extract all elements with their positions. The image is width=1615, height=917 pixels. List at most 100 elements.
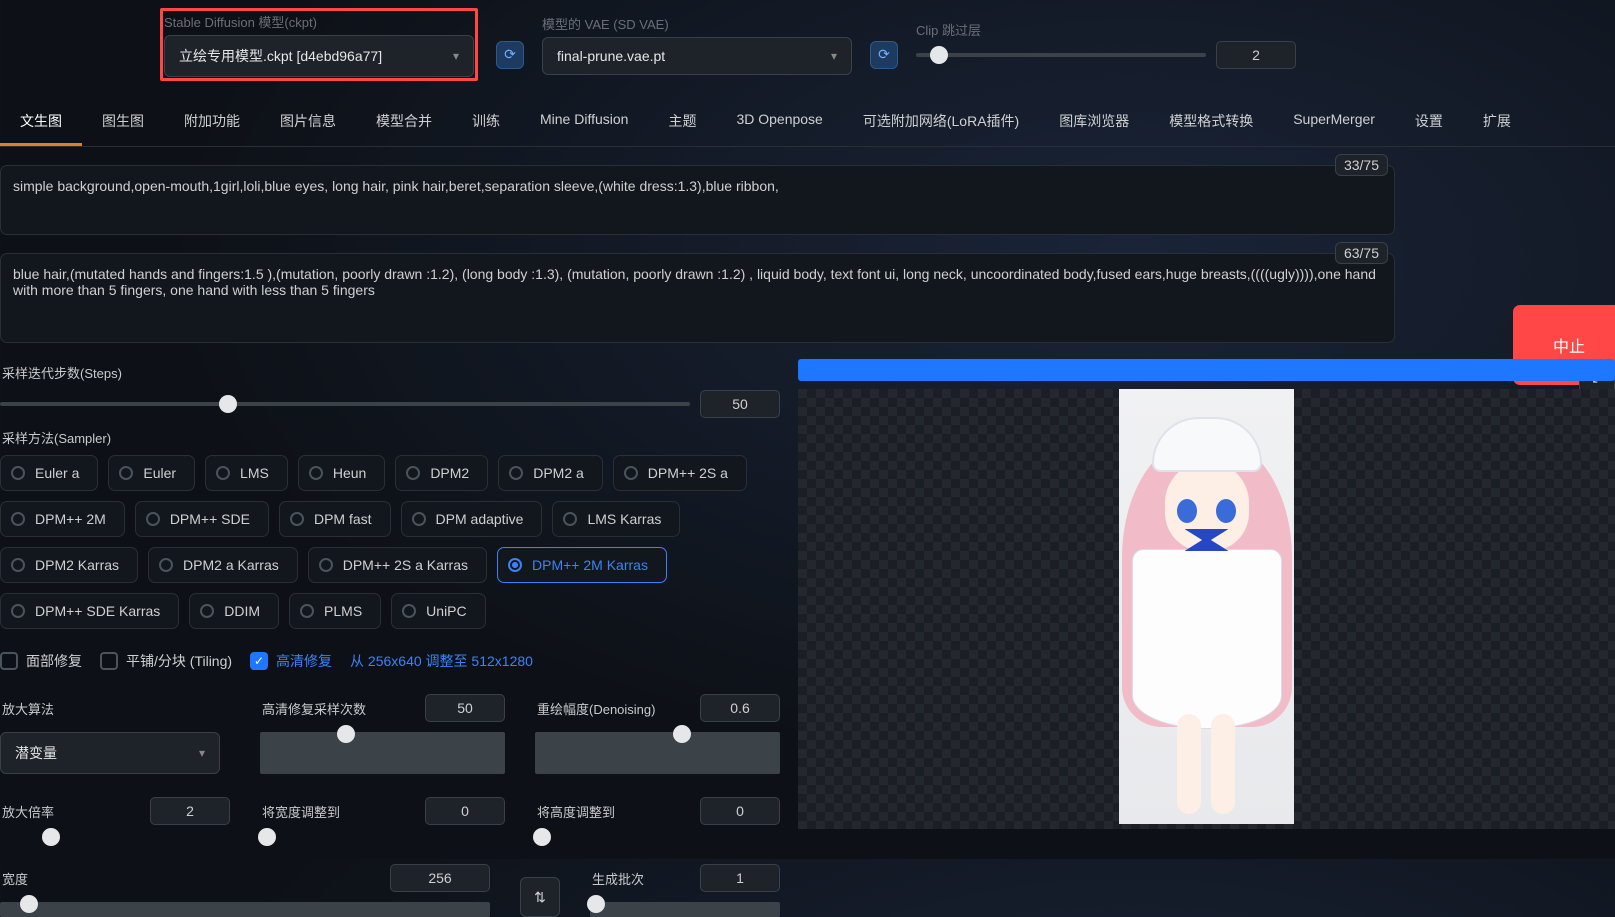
scale-value[interactable]: 2 bbox=[150, 797, 230, 825]
sampler-PLMS[interactable]: PLMS bbox=[289, 593, 381, 629]
radio-icon bbox=[509, 466, 523, 480]
negative-prompt[interactable]: 63/75 blue hair,(mutated hands and finge… bbox=[0, 253, 1395, 343]
positive-prompt-text: simple background,open-mouth,1girl,loli,… bbox=[13, 178, 779, 194]
model-dropdown[interactable]: 立绘专用模型.ckpt [d4ebd96a77] ▾ bbox=[164, 35, 474, 77]
radio-icon bbox=[624, 466, 638, 480]
hires-steps-value[interactable]: 50 bbox=[425, 694, 505, 722]
radio-icon bbox=[406, 466, 420, 480]
tab-模型格式转换[interactable]: 模型格式转换 bbox=[1149, 99, 1273, 146]
radio-icon bbox=[200, 604, 214, 618]
sampler-label: 采样方法(Sampler) bbox=[2, 428, 780, 447]
sampler-LMS[interactable]: LMS bbox=[205, 455, 288, 491]
clip-slider[interactable] bbox=[916, 53, 1206, 57]
vae-label: 模型的 VAE (SD VAE) bbox=[542, 14, 852, 33]
model-highlight-box: Stable Diffusion 模型(ckpt) 立绘专用模型.ckpt [d… bbox=[160, 8, 478, 81]
sampler-DPM2[interactable]: DPM2 bbox=[395, 455, 488, 491]
sampler-DPM2-Karras[interactable]: DPM2 Karras bbox=[0, 547, 138, 583]
tab-附加功能[interactable]: 附加功能 bbox=[164, 99, 260, 146]
sampler-Euler[interactable]: Euler bbox=[108, 455, 195, 491]
tab-模型合并[interactable]: 模型合并 bbox=[356, 99, 452, 146]
tab-扩展[interactable]: 扩展 bbox=[1463, 99, 1531, 146]
batch-value[interactable]: 1 bbox=[700, 864, 780, 892]
hires-info: 从 256x640 调整至 512x1280 bbox=[350, 651, 533, 671]
refresh-model-button[interactable]: ⟳ bbox=[496, 41, 524, 69]
radio-icon bbox=[11, 466, 25, 480]
radio-icon bbox=[11, 512, 25, 526]
radio-icon bbox=[290, 512, 304, 526]
tab-可选附加网络(LoRA插件)[interactable]: 可选附加网络(LoRA插件) bbox=[843, 99, 1039, 146]
width-slider[interactable] bbox=[0, 902, 490, 917]
sampler-Heun[interactable]: Heun bbox=[298, 455, 385, 491]
tab-图库浏览器[interactable]: 图库浏览器 bbox=[1039, 99, 1149, 146]
sampler-Euler-a[interactable]: Euler a bbox=[0, 455, 98, 491]
tiling-checkbox[interactable]: 平铺/分块 (Tiling) bbox=[100, 651, 232, 671]
tab-图片信息[interactable]: 图片信息 bbox=[260, 99, 356, 146]
positive-prompt[interactable]: 33/75 simple background,open-mouth,1girl… bbox=[0, 165, 1395, 235]
width-label: 宽度 bbox=[2, 869, 28, 888]
tab-主题[interactable]: 主题 bbox=[648, 99, 716, 146]
hires-checkbox[interactable]: ✓高清修复 bbox=[250, 651, 332, 671]
denoise-slider[interactable] bbox=[535, 732, 780, 774]
radio-icon bbox=[412, 512, 426, 526]
hires-steps-slider[interactable] bbox=[260, 732, 505, 774]
nav-tabs: 文生图图生图附加功能图片信息模型合并训练Mine Diffusion主题3D O… bbox=[0, 99, 1615, 147]
negative-token-count: 63/75 bbox=[1335, 242, 1388, 264]
upscaler-label: 放大算法 bbox=[2, 699, 230, 718]
sampler-DPM++-2M-Karras[interactable]: DPM++ 2M Karras bbox=[497, 547, 667, 583]
steps-value[interactable]: 50 bbox=[700, 390, 780, 418]
sampler-grid: Euler a Euler LMS Heun DPM2 DPM2 a DPM++ 2S a D… bbox=[0, 455, 780, 629]
tab-3D Openpose[interactable]: 3D Openpose bbox=[716, 99, 842, 146]
refresh-vae-button[interactable]: ⟳ bbox=[870, 41, 898, 69]
face-restore-checkbox[interactable]: 面部修复 bbox=[0, 651, 82, 671]
sampler-DPM++-SDE-Karras[interactable]: DPM++ SDE Karras bbox=[0, 593, 179, 629]
tab-训练[interactable]: 训练 bbox=[452, 99, 520, 146]
sampler-DPM++-SDE[interactable]: DPM++ SDE bbox=[135, 501, 269, 537]
vae-dropdown[interactable]: final-prune.vae.pt ▾ bbox=[542, 37, 852, 75]
tab-文生图[interactable]: 文生图 bbox=[0, 99, 82, 146]
resize-h-value[interactable]: 0 bbox=[700, 797, 780, 825]
sampler-UniPC[interactable]: UniPC bbox=[391, 593, 485, 629]
sampler-DPM2-a[interactable]: DPM2 a bbox=[498, 455, 603, 491]
model-label: Stable Diffusion 模型(ckpt) bbox=[164, 12, 474, 31]
radio-icon bbox=[309, 466, 323, 480]
tab-设置[interactable]: 设置 bbox=[1395, 99, 1463, 146]
sampler-DDIM[interactable]: DDIM bbox=[189, 593, 279, 629]
radio-icon bbox=[402, 604, 416, 618]
steps-slider[interactable] bbox=[0, 402, 690, 406]
tab-SuperMerger[interactable]: SuperMerger bbox=[1273, 99, 1395, 146]
radio-icon bbox=[216, 466, 230, 480]
sampler-DPM2-a-Karras[interactable]: DPM2 a Karras bbox=[148, 547, 298, 583]
generated-image[interactable] bbox=[1119, 389, 1294, 824]
sampler-DPM++-2S-a-Karras[interactable]: DPM++ 2S a Karras bbox=[308, 547, 487, 583]
model-value: 立绘专用模型.ckpt [d4ebd96a77] bbox=[179, 46, 382, 66]
resize-w-label: 将宽度调整到 bbox=[262, 802, 340, 821]
tab-Mine Diffusion[interactable]: Mine Diffusion bbox=[520, 99, 648, 146]
radio-icon bbox=[159, 558, 173, 572]
negative-prompt-text: blue hair,(mutated hands and fingers:1.5… bbox=[13, 266, 1376, 298]
upscaler-dropdown[interactable]: 潜变量 ▾ bbox=[0, 732, 220, 774]
batch-slider[interactable] bbox=[590, 902, 780, 917]
sampler-DPM-adaptive[interactable]: DPM adaptive bbox=[401, 501, 543, 537]
radio-icon bbox=[508, 558, 522, 572]
preview-area bbox=[798, 389, 1615, 829]
steps-label: 采样迭代步数(Steps) bbox=[2, 363, 780, 382]
radio-icon bbox=[300, 604, 314, 618]
clip-value[interactable]: 2 bbox=[1216, 41, 1296, 69]
denoise-value[interactable]: 0.6 bbox=[700, 694, 780, 722]
resize-w-value[interactable]: 0 bbox=[425, 797, 505, 825]
radio-icon bbox=[11, 558, 25, 572]
chevron-down-icon: ▾ bbox=[453, 49, 459, 63]
radio-icon bbox=[119, 466, 133, 480]
positive-token-count: 33/75 bbox=[1335, 154, 1388, 176]
vae-value: final-prune.vae.pt bbox=[557, 48, 665, 64]
hires-steps-label: 高清修复采样次数 bbox=[262, 699, 366, 718]
tab-图生图[interactable]: 图生图 bbox=[82, 99, 164, 146]
radio-icon bbox=[146, 512, 160, 526]
sampler-DPM-fast[interactable]: DPM fast bbox=[279, 501, 391, 537]
sampler-DPM++-2M[interactable]: DPM++ 2M bbox=[0, 501, 125, 537]
chevron-down-icon: ▾ bbox=[831, 49, 837, 63]
sampler-DPM++-2S-a[interactable]: DPM++ 2S a bbox=[613, 455, 747, 491]
sampler-LMS-Karras[interactable]: LMS Karras bbox=[552, 501, 680, 537]
swap-dimensions-button[interactable]: ⇅ bbox=[520, 877, 560, 917]
width-value[interactable]: 256 bbox=[390, 864, 490, 892]
